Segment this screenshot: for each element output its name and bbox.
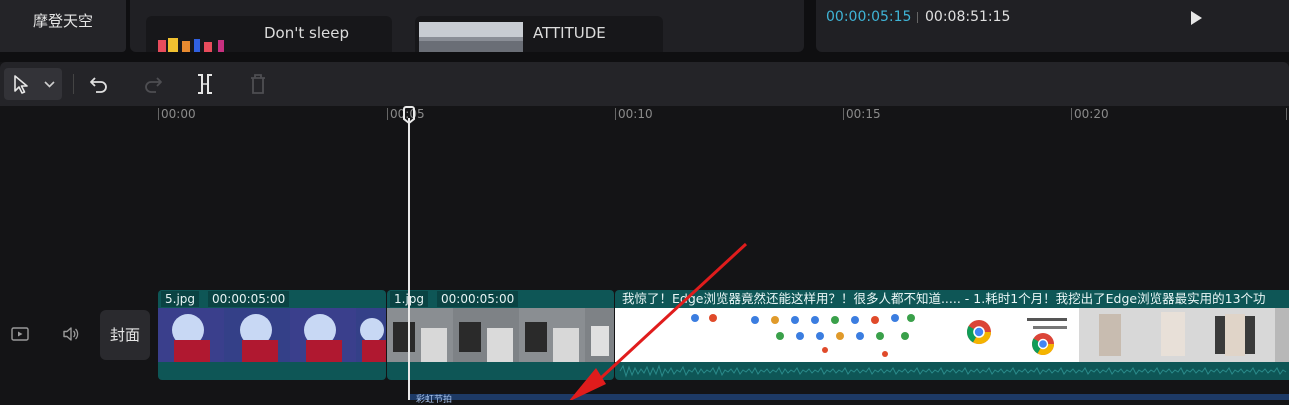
ruler-tick [1286,108,1287,120]
ruler-tick [843,108,844,120]
clip-filename: 5.jpg [161,291,200,307]
playhead-line[interactable] [408,118,410,400]
ruler-tick [387,108,388,120]
ruler-label: 00:20 [1074,107,1109,121]
clip-duration: 00:00:05:00 [208,291,290,307]
video-track-icon[interactable] [11,327,29,341]
annotation-arrow [569,242,748,400]
media-title: Don't sleep [264,24,349,42]
play-icon[interactable] [1189,10,1203,26]
delete-icon[interactable] [249,73,267,95]
media-thumbnail [158,38,224,52]
pointer-icon [14,75,28,94]
ruler-label: 00:10 [618,107,653,121]
category-item[interactable]: 摩登天空 [0,10,126,31]
clip-footer [158,362,386,380]
clip-header: 5.jpg 00:00:05:00 [158,290,386,308]
redo-icon[interactable] [143,74,163,94]
total-time: 00:08:51:15 [925,9,1011,25]
media-card[interactable]: ATTITUDE [415,16,663,52]
ruler-label: 00:15 [846,107,881,121]
audio-clip[interactable] [410,394,1289,400]
media-card[interactable]: Don't sleep [146,16,392,52]
playhead-handle[interactable] [402,106,416,124]
video-clip[interactable]: 5.jpg 00:00:05:00 [158,290,386,380]
clip-duration: 00:00:05:00 [437,291,519,307]
split-icon[interactable] [196,73,214,95]
media-thumbnail [419,22,523,52]
ruler-tick [615,108,616,120]
current-time: 00:00:05:15 [826,9,912,25]
cover-button[interactable]: 封面 [100,310,150,360]
undo-icon[interactable] [89,74,109,94]
timeline-toolbar [0,62,1289,106]
chevron-down-icon[interactable] [44,81,55,88]
chrome-icon [966,320,991,345]
ruler-tick [1071,108,1072,120]
select-tool-button[interactable] [4,68,62,100]
ruler-tick [158,108,159,120]
media-title: ATTITUDE [533,24,606,42]
ruler-label: 00:00 [161,107,196,121]
clip-thumbnails [158,308,386,362]
toolbar-divider [73,74,74,94]
time-separator [917,12,918,23]
audio-track-icon[interactable] [62,326,80,342]
audio-clip-label: 彩虹节拍 [416,395,453,405]
preview-panel [816,0,1289,52]
